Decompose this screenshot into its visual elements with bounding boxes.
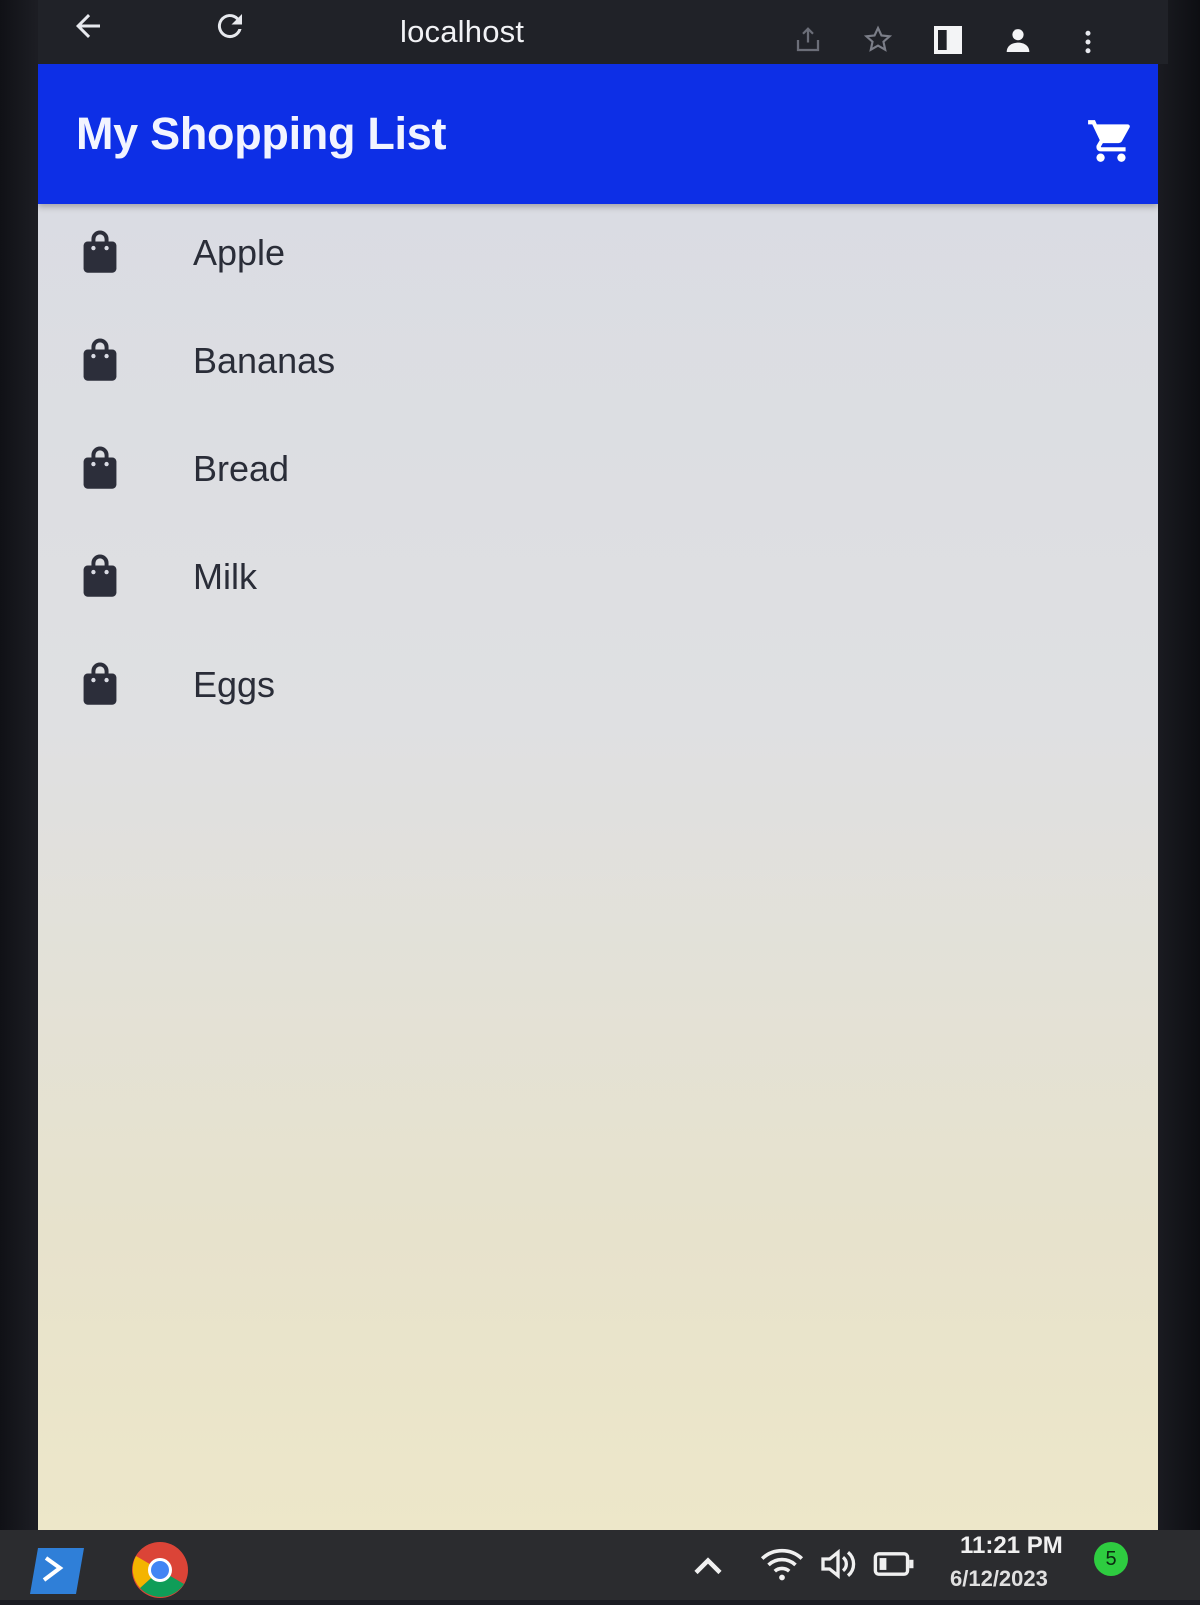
notification-badge[interactable]: 5 bbox=[1094, 1542, 1128, 1576]
battery-icon bbox=[873, 1552, 914, 1576]
chrome-icon bbox=[132, 1542, 188, 1598]
app-bar: My Shopping List bbox=[38, 64, 1158, 204]
volume-button[interactable] bbox=[818, 1546, 858, 1582]
star-icon bbox=[863, 25, 893, 52]
list-item[interactable]: Bread bbox=[38, 420, 1158, 528]
shopping-bag-icon bbox=[83, 662, 117, 705]
person-icon bbox=[1006, 29, 1030, 52]
list-item[interactable]: Apple bbox=[38, 204, 1158, 312]
wifi-icon bbox=[760, 1548, 804, 1581]
battery-button[interactable] bbox=[872, 1548, 916, 1580]
shopping-list: Apple Bananas Bread Milk Eggs bbox=[38, 204, 1158, 744]
url-bar[interactable]: localhost bbox=[288, 4, 708, 54]
shopping-bag-icon bbox=[83, 338, 117, 381]
list-item-label: Eggs bbox=[193, 664, 276, 705]
profile-button[interactable] bbox=[998, 20, 1038, 60]
tray-overflow-button[interactable] bbox=[690, 1550, 730, 1580]
browser-toolbar: localhost bbox=[38, 0, 1168, 64]
url-text: localhost bbox=[400, 14, 525, 49]
shopping-bag-icon bbox=[83, 446, 117, 489]
reload-button[interactable] bbox=[210, 6, 250, 46]
screen: localhost My Shopping List Apple Bananas… bbox=[0, 0, 1200, 1600]
side-panel-icon bbox=[934, 26, 962, 54]
bookmark-button[interactable] bbox=[858, 20, 898, 60]
page-title: My Shopping List bbox=[76, 108, 447, 159]
chevron-up-icon bbox=[694, 1557, 722, 1575]
list-item[interactable]: Bananas bbox=[38, 312, 1158, 420]
shopping-bag-icon bbox=[83, 554, 117, 597]
share-button[interactable] bbox=[788, 22, 828, 58]
app-window: My Shopping List Apple Bananas Bread Mil… bbox=[38, 64, 1158, 1530]
clock-date: 6/12/2023 bbox=[950, 1566, 1048, 1591]
terminal-button[interactable] bbox=[30, 1544, 86, 1594]
volume-icon bbox=[821, 1548, 856, 1580]
side-panel-button[interactable] bbox=[928, 20, 968, 60]
list-item-label: Milk bbox=[193, 556, 257, 597]
taskbar: 11:21 PM 6/12/2023 5 bbox=[0, 1530, 1200, 1600]
wifi-button[interactable] bbox=[760, 1546, 804, 1582]
more-vertical-icon bbox=[1085, 30, 1091, 54]
list-item-label: Bananas bbox=[193, 340, 336, 381]
clock-time: 11:21 PM bbox=[960, 1532, 1063, 1559]
list-item-label: Apple bbox=[193, 232, 286, 273]
list-item[interactable]: Milk bbox=[38, 528, 1158, 636]
share-icon bbox=[796, 27, 820, 52]
cart-icon[interactable] bbox=[1086, 116, 1136, 166]
menu-button[interactable] bbox=[1068, 20, 1108, 64]
chrome-button[interactable] bbox=[130, 1540, 190, 1600]
terminal-icon bbox=[30, 1548, 84, 1594]
shopping-bag-icon bbox=[83, 230, 117, 273]
list-item-label: Bread bbox=[193, 448, 290, 489]
reload-icon bbox=[217, 14, 242, 39]
back-button[interactable] bbox=[68, 6, 108, 46]
back-arrow-icon bbox=[76, 14, 100, 38]
list-item[interactable]: Eggs bbox=[38, 636, 1158, 744]
